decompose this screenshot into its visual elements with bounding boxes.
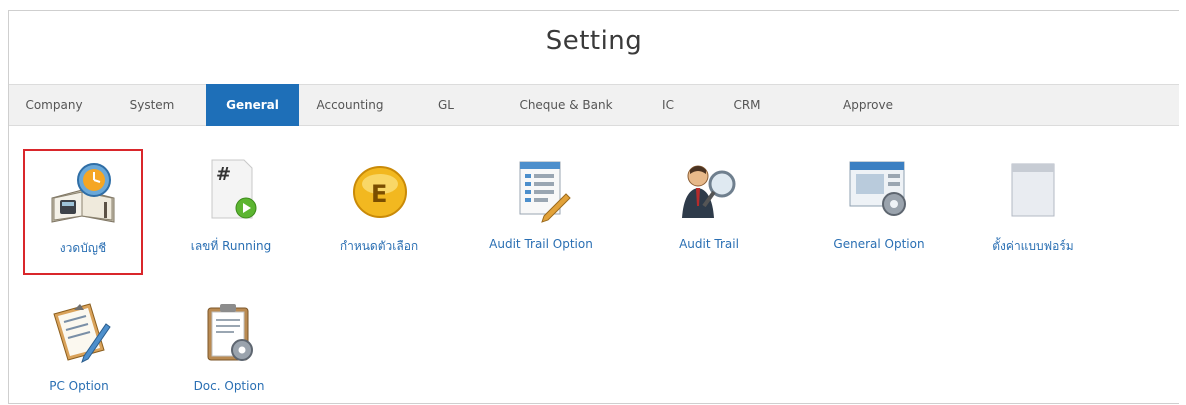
- tab-crm[interactable]: CRM: [727, 85, 767, 125]
- item-pc-option[interactable]: PC Option: [19, 291, 139, 401]
- tab-company[interactable]: Company: [19, 85, 89, 125]
- svg-text:#: #: [216, 164, 231, 185]
- audit-trail-icon: [674, 157, 744, 225]
- e-option-icon: E: [344, 157, 414, 225]
- svg-text:E: E: [371, 180, 387, 208]
- item-label: กำหนดตัวเลือก: [339, 239, 419, 253]
- calendar-book-icon: [48, 159, 118, 227]
- settings-panel: Setting Company System General Accountin…: [8, 10, 1179, 404]
- item-label: Doc. Option: [193, 379, 265, 393]
- item-audit-trail-option[interactable]: Audit Trail Option: [481, 149, 601, 259]
- item-label: PC Option: [49, 379, 109, 393]
- running-number-icon: #: [196, 157, 266, 225]
- item-label: ตั้งค่าแบบฟอร์ม: [992, 239, 1074, 253]
- tab-cheque-bank[interactable]: Cheque & Bank: [511, 85, 621, 125]
- tab-approve[interactable]: Approve: [831, 85, 905, 125]
- tab-accounting[interactable]: Accounting: [309, 85, 391, 125]
- item-label: General Option: [833, 237, 925, 251]
- item-form-settings[interactable]: ตั้งค่าแบบฟอร์ม: [973, 149, 1093, 259]
- tab-general[interactable]: General: [206, 84, 299, 126]
- audit-trail-option-icon: [506, 157, 576, 225]
- doc-option-icon: [194, 299, 264, 367]
- item-accounting-period[interactable]: งวดบัญชี: [23, 149, 143, 275]
- general-option-icon: [844, 157, 914, 225]
- tab-system[interactable]: System: [119, 85, 185, 125]
- page-title: Setting: [545, 26, 643, 56]
- item-label: Audit Trail: [679, 237, 739, 251]
- pc-option-icon: [44, 299, 114, 367]
- item-running-number[interactable]: # เลขที่ Running: [171, 149, 291, 259]
- item-label: งวดบัญชี: [59, 241, 107, 255]
- tab-bar: Company System General Accounting GL Che…: [9, 84, 1179, 126]
- title-bar: Setting: [9, 11, 1179, 71]
- tab-ic[interactable]: IC: [653, 85, 683, 125]
- item-label: เลขที่ Running: [190, 239, 272, 253]
- form-setting-icon: [998, 157, 1068, 225]
- item-doc-option[interactable]: Doc. Option: [169, 291, 289, 401]
- item-define-options[interactable]: E กำหนดตัวเลือก: [319, 149, 439, 259]
- tab-gl[interactable]: GL: [429, 85, 463, 125]
- item-general-option[interactable]: General Option: [819, 149, 939, 259]
- item-label: Audit Trail Option: [489, 237, 593, 251]
- item-audit-trail[interactable]: Audit Trail: [649, 149, 769, 259]
